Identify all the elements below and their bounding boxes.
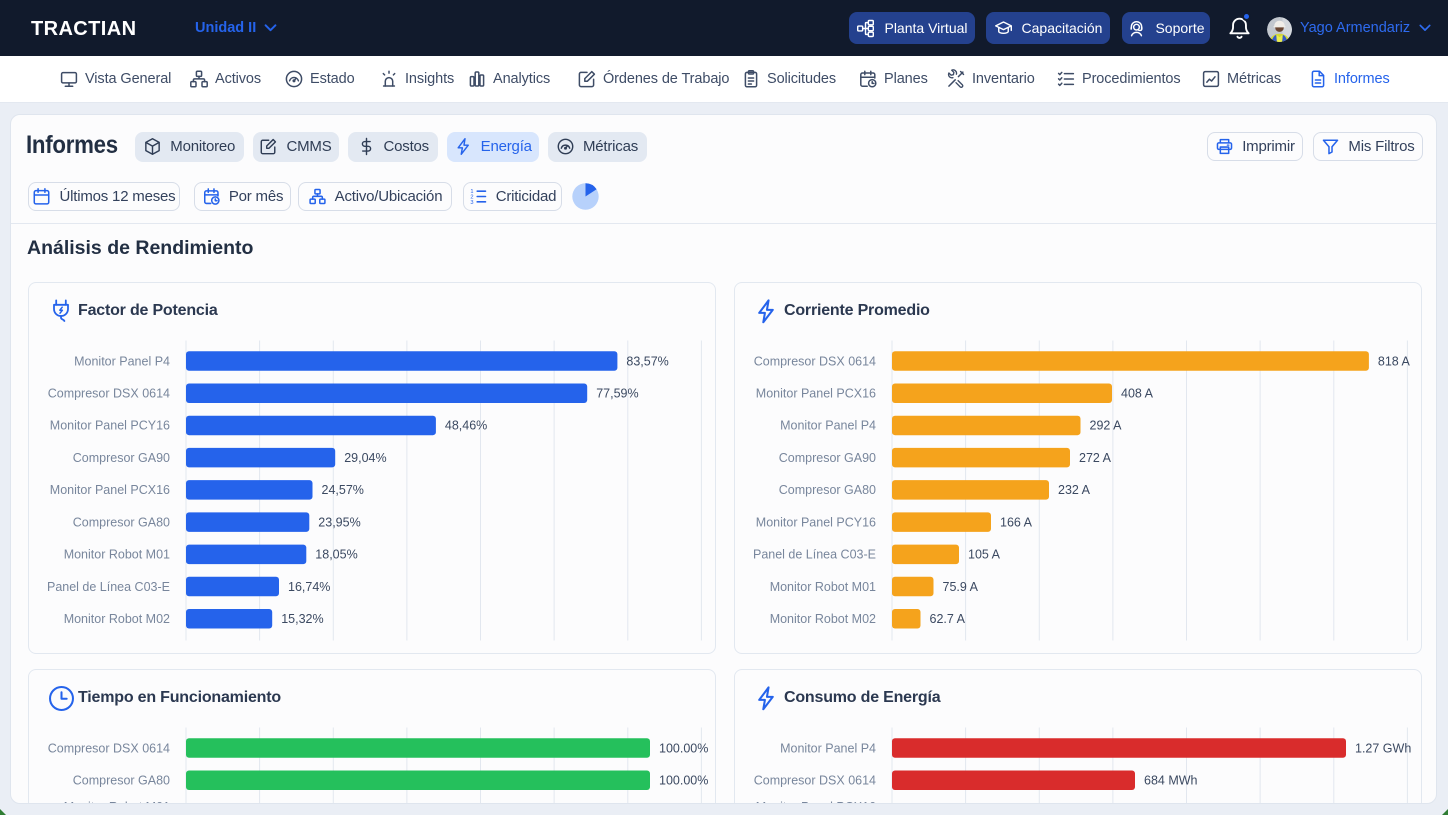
svg-text:Monitor Panel PCY16: Monitor Panel PCY16 bbox=[50, 418, 170, 432]
svg-text:Monitor Panel PCX16: Monitor Panel PCX16 bbox=[756, 386, 876, 400]
svg-text:105 A: 105 A bbox=[968, 547, 1001, 561]
svg-text:Monitor Robot M02: Monitor Robot M02 bbox=[64, 612, 170, 626]
svg-text:Monitor Robot M01: Monitor Robot M01 bbox=[770, 579, 876, 593]
svg-text:29,04%: 29,04% bbox=[344, 451, 386, 465]
svg-text:62.7 A: 62.7 A bbox=[930, 612, 966, 626]
svg-text:408 A: 408 A bbox=[1121, 386, 1154, 400]
svg-text:Monitor Robot M01: Monitor Robot M01 bbox=[64, 800, 170, 804]
svg-text:818 A: 818 A bbox=[1378, 354, 1411, 368]
svg-text:166 A: 166 A bbox=[1000, 515, 1033, 529]
svg-text:Monitor Panel PCX16: Monitor Panel PCX16 bbox=[756, 800, 876, 804]
svg-text:Monitor Panel P4: Monitor Panel P4 bbox=[74, 354, 170, 368]
svg-text:Compresor GA80: Compresor GA80 bbox=[779, 483, 876, 497]
svg-text:83,57%: 83,57% bbox=[626, 354, 668, 368]
svg-text:Compresor GA80: Compresor GA80 bbox=[73, 774, 170, 788]
svg-text:272 A: 272 A bbox=[1079, 451, 1112, 465]
svg-text:3: 3 bbox=[470, 199, 473, 205]
svg-text:100.00%: 100.00% bbox=[659, 774, 708, 788]
svg-text:292 A: 292 A bbox=[1090, 418, 1123, 432]
svg-text:Compresor DSX 0614: Compresor DSX 0614 bbox=[754, 774, 876, 788]
svg-text:684 MWh: 684 MWh bbox=[1144, 774, 1198, 788]
svg-text:Compresor DSX 0614: Compresor DSX 0614 bbox=[754, 354, 876, 368]
svg-text:Compresor DSX 0614: Compresor DSX 0614 bbox=[48, 741, 170, 755]
svg-text:232 A: 232 A bbox=[1058, 483, 1091, 497]
svg-text:75.9 A: 75.9 A bbox=[943, 579, 979, 593]
svg-text:Compresor GA90: Compresor GA90 bbox=[779, 451, 876, 465]
svg-text:15,32%: 15,32% bbox=[281, 612, 323, 626]
svg-text:Monitor Panel PCX16: Monitor Panel PCX16 bbox=[50, 483, 170, 497]
svg-text:Compresor GA80: Compresor GA80 bbox=[73, 515, 170, 529]
svg-text:Panel de Línea C03-E: Panel de Línea C03-E bbox=[753, 547, 876, 561]
svg-text:23,95%: 23,95% bbox=[318, 515, 360, 529]
svg-text:Compresor DSX 0614: Compresor DSX 0614 bbox=[48, 386, 170, 400]
svg-text:16,74%: 16,74% bbox=[288, 579, 330, 593]
svg-text:100.00%: 100.00% bbox=[659, 741, 708, 755]
svg-text:Monitor Panel P4: Monitor Panel P4 bbox=[780, 418, 876, 432]
svg-text:Panel de Línea C03-E: Panel de Línea C03-E bbox=[47, 579, 170, 593]
svg-text:18,05%: 18,05% bbox=[315, 547, 357, 561]
svg-text:Monitor Panel P4: Monitor Panel P4 bbox=[780, 741, 876, 755]
svg-text:Compresor GA90: Compresor GA90 bbox=[73, 451, 170, 465]
svg-text:Monitor Robot M01: Monitor Robot M01 bbox=[64, 547, 170, 561]
svg-text:48,46%: 48,46% bbox=[445, 418, 487, 432]
svg-text:24,57%: 24,57% bbox=[322, 483, 364, 497]
svg-text:1.27 GWh: 1.27 GWh bbox=[1355, 741, 1411, 755]
svg-text:Monitor Robot M02: Monitor Robot M02 bbox=[770, 612, 876, 626]
svg-text:77,59%: 77,59% bbox=[596, 386, 638, 400]
svg-text:Monitor Panel PCY16: Monitor Panel PCY16 bbox=[756, 515, 876, 529]
